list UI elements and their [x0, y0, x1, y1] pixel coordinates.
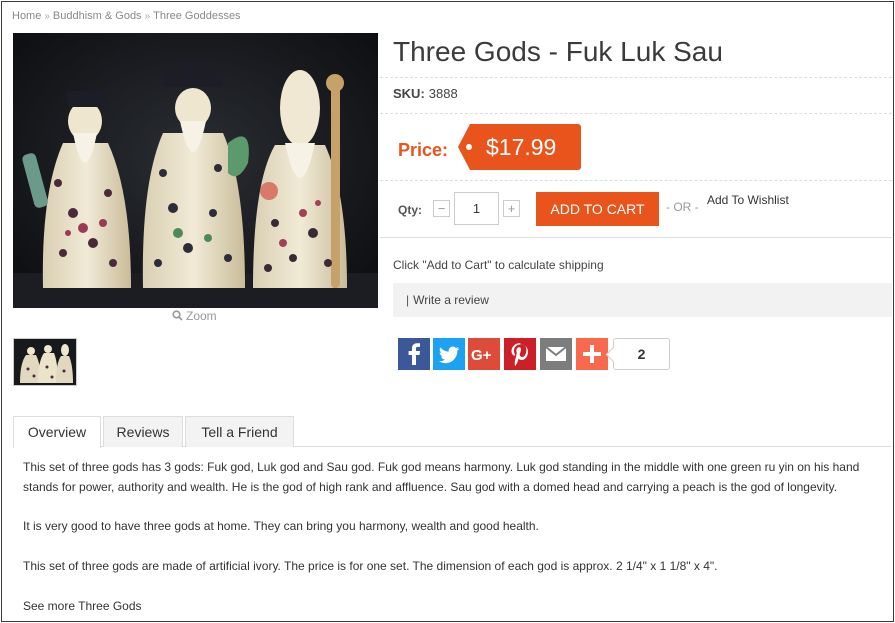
email-icon [540, 338, 572, 370]
breadcrumb-buddhism-gods[interactable]: Buddhism & Gods [53, 10, 142, 22]
twitter-icon [433, 338, 465, 370]
sku: SKU: 3888 [393, 86, 458, 101]
addthis-plus-icon [576, 338, 608, 370]
shipping-note: Click "Add to Cart" to calculate shippin… [393, 258, 604, 272]
qty-increase-button[interactable]: + [503, 200, 520, 217]
pinterest-share-button[interactable] [504, 338, 536, 370]
facebook-icon [398, 338, 430, 370]
magnifier-icon [172, 309, 186, 323]
breadcrumb-home[interactable]: Home [12, 10, 41, 22]
breadcrumb-separator: » [144, 11, 151, 22]
product-main-image[interactable] [13, 33, 378, 308]
zoom-label: Zoom [186, 309, 217, 323]
sku-value: 3888 [428, 86, 458, 101]
email-share-button[interactable] [540, 338, 572, 370]
share-count: 2 [613, 338, 670, 370]
add-to-cart-button[interactable]: ADD TO CART [536, 192, 659, 226]
tab-overview[interactable]: Overview [13, 416, 101, 448]
svg-text:G+: G+ [471, 347, 492, 364]
qty-input[interactable]: 1 [454, 192, 499, 225]
review-bar: | Write a review [393, 283, 892, 317]
product-title: Three Gods - Fuk Luk Sau [393, 36, 723, 67]
divider [380, 180, 892, 181]
divider [380, 113, 892, 114]
price-value: $17.99 [486, 134, 557, 160]
description-line: This set of three gods has 3 gods: Fuk g… [23, 460, 860, 474]
divider [380, 77, 892, 78]
description-line: stands for power, authority and wealth. … [23, 480, 838, 494]
description-paragraph: It is very good to have three gods at ho… [23, 519, 539, 533]
qty-decrease-button[interactable]: − [433, 200, 450, 217]
add-to-wishlist-link[interactable]: Add To Wishlist [707, 193, 789, 207]
breadcrumb: Home» Buddhism & Gods» Three Goddesses [12, 10, 241, 22]
qty-label: Qty: [398, 203, 422, 217]
price-tag: $17.99 [458, 124, 581, 170]
price-label: Price: [398, 140, 449, 160]
review-pipe: | [406, 293, 410, 307]
pinterest-icon [504, 338, 536, 370]
google-plus-share-button[interactable]: G+ [468, 338, 500, 370]
divider [380, 237, 892, 238]
addthis-share-button[interactable] [576, 338, 608, 370]
google-plus-icon: G+ [468, 338, 500, 370]
tag-hole-icon [466, 144, 472, 150]
breadcrumb-separator: » [44, 11, 50, 22]
write-review-link[interactable]: Write a review [413, 293, 489, 307]
or-separator: - OR - [666, 200, 699, 214]
twitter-share-button[interactable] [433, 338, 465, 370]
sku-label: SKU: [393, 86, 425, 101]
tab-reviews[interactable]: Reviews [103, 416, 183, 447]
zoom-link[interactable]: Zoom [172, 309, 217, 323]
see-more-link[interactable]: See more Three Gods [23, 596, 142, 616]
tab-tell-a-friend[interactable]: Tell a Friend [185, 416, 294, 447]
description-paragraph: This set of three gods are made of artif… [23, 559, 718, 573]
breadcrumb-three-goddesses[interactable]: Three Goddesses [153, 10, 240, 22]
facebook-share-button[interactable] [398, 338, 430, 370]
product-thumbnail[interactable] [13, 338, 77, 386]
